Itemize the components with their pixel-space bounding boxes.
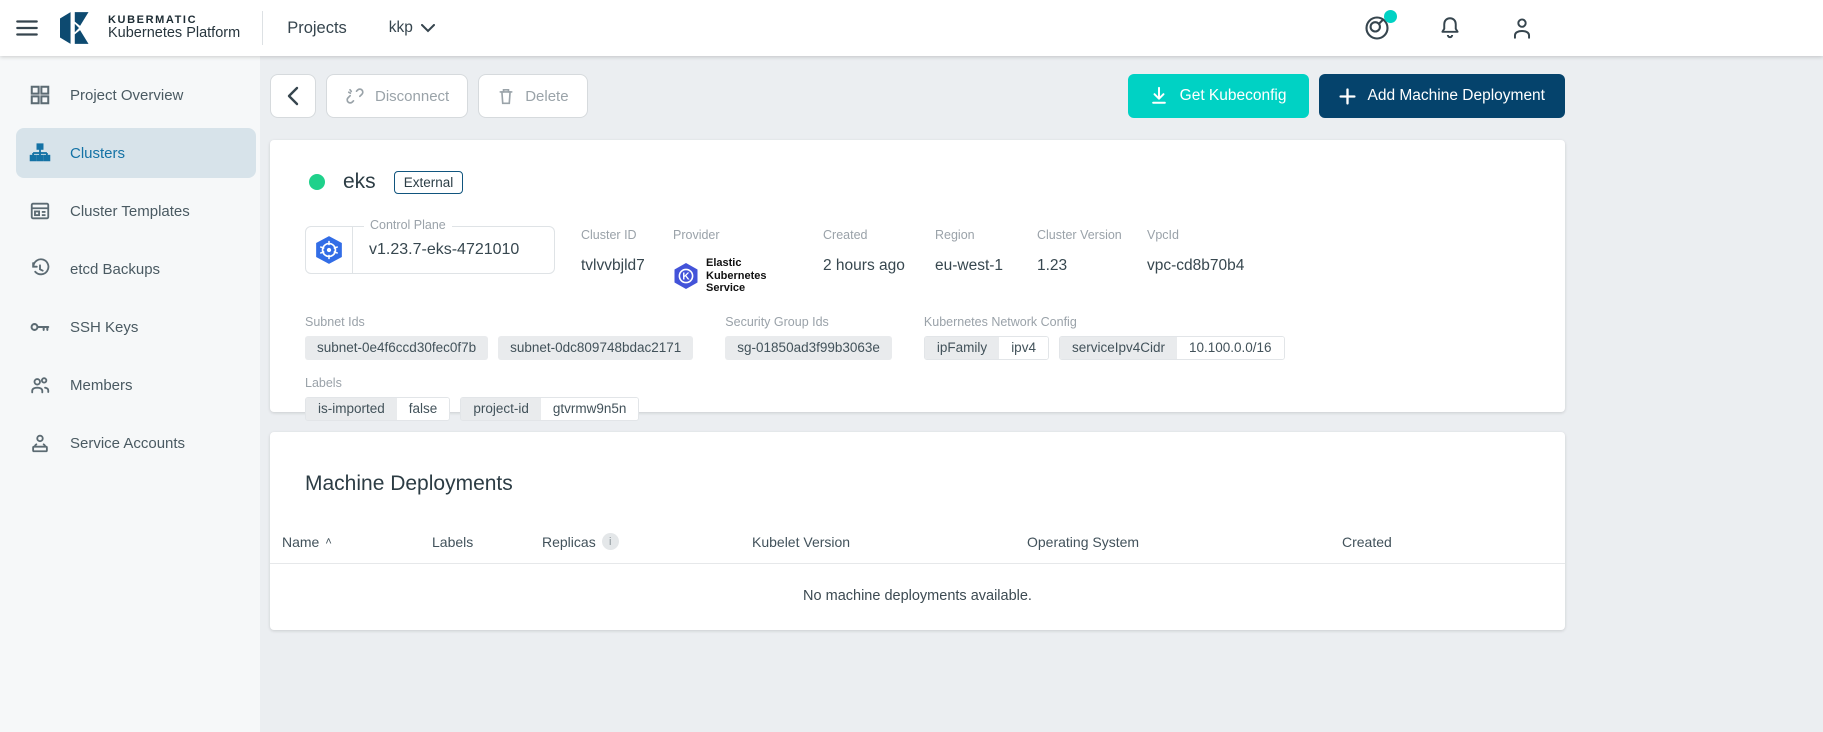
field-region: Region eu-west-1 [935, 226, 1011, 295]
column-header-name[interactable]: Name ˄ [282, 534, 432, 550]
sidebar-item-cluster-templates[interactable]: Cluster Templates [16, 186, 256, 236]
clusters-tree-icon [28, 141, 52, 165]
history-clock-icon [28, 257, 52, 281]
members-icon [28, 373, 52, 397]
add-machine-deployment-button[interactable]: Add Machine Deployment [1319, 74, 1566, 118]
machine-deployments-card: Machine Deployments Name ˄ Labels Replic… [270, 432, 1565, 630]
sidebar: Project Overview Clusters Cluster [0, 56, 260, 732]
user-icon [1509, 14, 1535, 42]
cluster-toolbar: Disconnect Delete Get Kubeconfig Add Mac… [270, 74, 1565, 118]
external-badge: External [394, 171, 464, 194]
disconnect-label: Disconnect [375, 88, 449, 105]
top-navbar: KUBERMATIC Kubernetes Platform Projects … [0, 0, 1823, 56]
machine-deployments-table-header: Name ˄ Labels Replicas i Kubelet Version… [270, 520, 1565, 564]
sidebar-item-clusters[interactable]: Clusters [16, 128, 256, 178]
empty-table-message: No machine deployments available. [270, 564, 1565, 604]
machine-deployments-title: Machine Deployments [270, 458, 1565, 496]
kubermatic-logo[interactable]: KUBERMATIC Kubernetes Platform [60, 10, 240, 46]
network-config-group: Kubernetes Network Config ipFamily ipv4 … [924, 315, 1285, 360]
svg-text:K: K [682, 272, 690, 283]
sidebar-item-etcd-backups[interactable]: etcd Backups [16, 244, 256, 294]
add-machine-deployment-label: Add Machine Deployment [1368, 87, 1546, 105]
field-cluster-id: Cluster ID tvlvvbjld7 [581, 226, 647, 295]
column-header-operating-system: Operating System [1027, 534, 1342, 550]
cluster-status-indicator [309, 174, 325, 190]
field-cluster-version: Cluster Version 1.23 [1037, 226, 1121, 295]
control-plane-version: v1.23.7-eks-4721010 [353, 227, 554, 273]
sidebar-item-label: etcd Backups [70, 261, 160, 278]
projects-nav-label[interactable]: Projects [287, 19, 347, 38]
sidebar-item-label: Cluster Templates [70, 203, 190, 220]
plus-icon [1339, 88, 1356, 105]
sort-asc-icon: ˄ [325, 536, 331, 548]
subnet-chip: subnet-0dc809748bdac2171 [498, 336, 693, 360]
project-selector[interactable]: kkp [389, 19, 435, 37]
labels-group: Labels is-imported false project-id gtvr… [305, 376, 639, 421]
provider-name: Elastic Kubernetes Service [706, 257, 794, 295]
service-account-icon [28, 431, 52, 455]
field-provider: Provider K Elastic Kubernetes Service [673, 226, 797, 295]
key-icon [28, 315, 52, 339]
kubernetes-icon [314, 235, 344, 265]
label-chip: project-id gtvrmw9n5n [460, 397, 639, 421]
info-icon[interactable]: i [602, 533, 619, 550]
notification-dot [1384, 10, 1397, 23]
grid-icon [28, 83, 52, 107]
back-button[interactable] [270, 74, 316, 118]
control-plane-label: Control Plane [364, 218, 452, 232]
template-icon [28, 199, 52, 223]
control-plane-version-box: Control Plane v1.23.7-eks-4721010 [305, 226, 555, 274]
cluster-name: eks [343, 170, 376, 194]
sidebar-item-members[interactable]: Members [16, 360, 256, 410]
disconnect-button[interactable]: Disconnect [326, 74, 468, 118]
sidebar-item-label: Service Accounts [70, 435, 185, 452]
unlink-icon [345, 86, 365, 106]
brand-text: KUBERMATIC Kubernetes Platform [108, 14, 240, 42]
sidebar-item-ssh-keys[interactable]: SSH Keys [16, 302, 256, 352]
field-created: Created 2 hours ago [823, 226, 909, 295]
sidebar-item-label: Project Overview [70, 87, 183, 104]
security-group-ids-group: Security Group Ids sg-01850ad3f99b3063e [725, 315, 892, 360]
sidebar-item-project-overview[interactable]: Project Overview [16, 70, 256, 120]
delete-button[interactable]: Delete [478, 74, 587, 118]
field-vpc-id: VpcId vpc-cd8b70b4 [1147, 226, 1244, 295]
get-kubeconfig-label: Get Kubeconfig [1180, 87, 1287, 105]
delete-label: Delete [525, 88, 568, 105]
subnet-chip: subnet-0e4f6ccd30fec0f7b [305, 336, 488, 360]
column-header-kubelet-version: Kubelet Version [752, 534, 1027, 550]
header-divider [262, 11, 263, 45]
chevron-left-icon [286, 86, 300, 106]
column-header-created: Created [1342, 534, 1565, 550]
current-project-name: kkp [389, 19, 413, 37]
trash-icon [497, 86, 515, 106]
get-kubeconfig-button[interactable]: Get Kubeconfig [1128, 74, 1309, 118]
network-config-chip: ipFamily ipv4 [924, 336, 1049, 360]
user-menu-button[interactable] [1509, 14, 1535, 42]
network-config-chip: serviceIpv4Cidr 10.100.0.0/16 [1059, 336, 1285, 360]
sidebar-item-label: Members [70, 377, 133, 394]
sidebar-item-service-accounts[interactable]: Service Accounts [16, 418, 256, 468]
column-header-replicas: Replicas i [542, 533, 752, 550]
sidebar-item-label: SSH Keys [70, 319, 138, 336]
security-group-chip: sg-01850ad3f99b3063e [725, 336, 892, 360]
subnet-ids-group: Subnet Ids subnet-0e4f6ccd30fec0f7b subn… [305, 315, 693, 360]
download-icon [1150, 86, 1168, 106]
column-header-labels: Labels [432, 534, 542, 550]
menu-icon[interactable] [14, 15, 40, 41]
announcements-button[interactable] [1363, 14, 1391, 42]
kubermatic-logo-icon [60, 10, 98, 46]
notifications-button[interactable] [1437, 14, 1463, 42]
eks-provider-icon: K [673, 262, 699, 290]
brand-line2: Kubernetes Platform [108, 26, 240, 42]
sidebar-item-label: Clusters [70, 145, 125, 162]
bell-icon [1437, 14, 1463, 42]
label-chip: is-imported false [305, 397, 450, 421]
chevron-down-icon [421, 24, 435, 33]
cluster-details-card: eks External Control Plane v1.23.7- [270, 140, 1565, 412]
